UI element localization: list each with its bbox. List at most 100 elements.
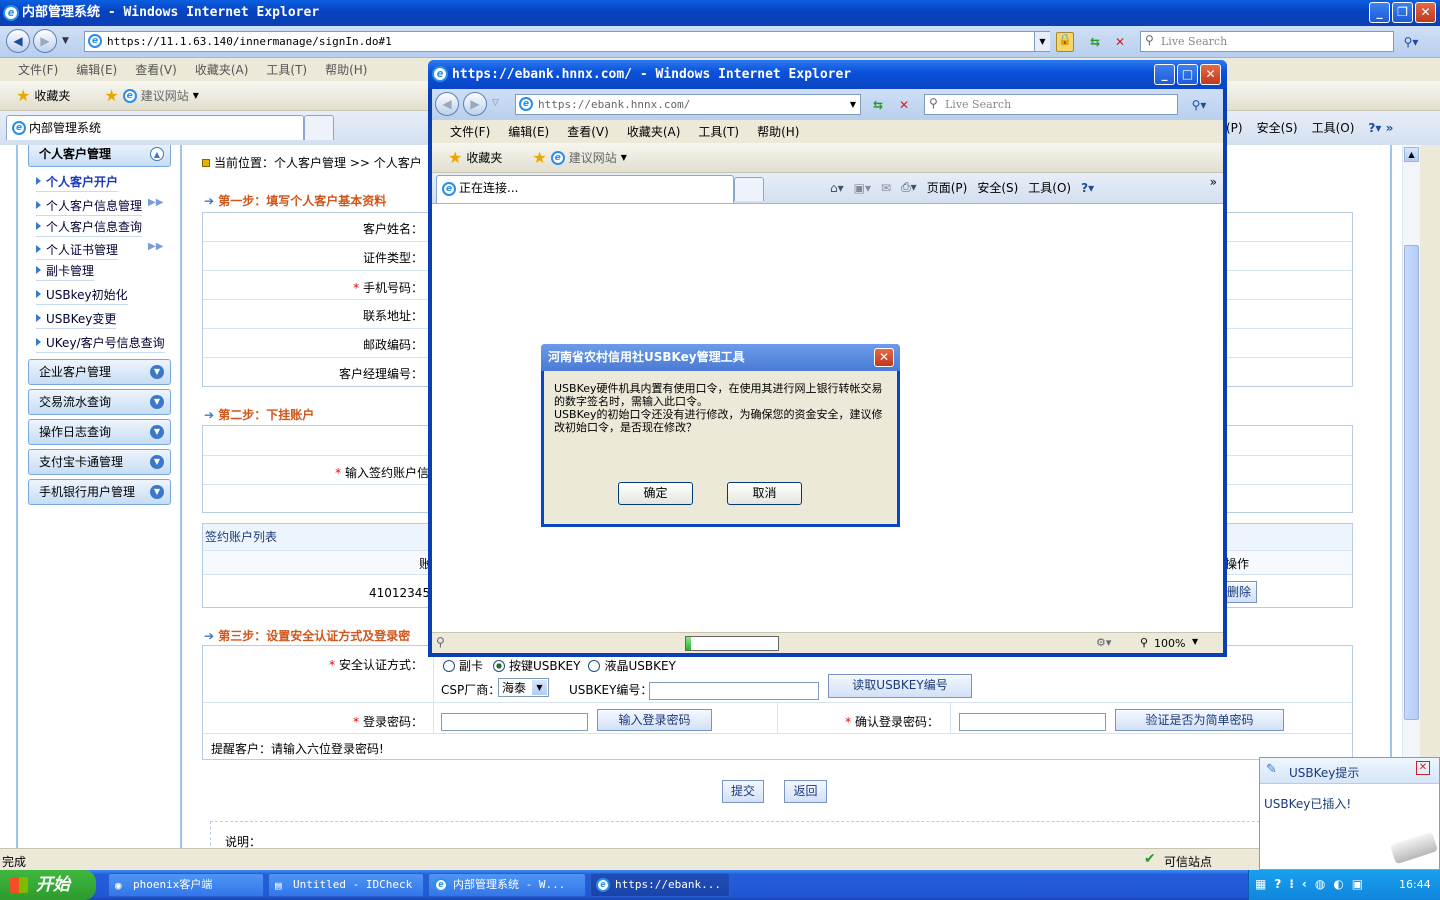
main-address-input[interactable]: https://11.1.63.140/innermanage/signIn.d…: [84, 31, 1050, 52]
sidebar-item-sub-card[interactable]: 副卡管理: [36, 262, 95, 281]
history-dropdown-icon[interactable]: ▼: [62, 36, 69, 46]
favorites-button[interactable]: 收藏夹: [466, 149, 502, 166]
usbkey-number-input[interactable]: [649, 682, 819, 700]
sidebar-item-info-manage[interactable]: 个人客户信息管理: [36, 197, 143, 216]
login-password-input[interactable]: [441, 713, 588, 731]
popup-minimize-button[interactable]: _: [1154, 64, 1175, 85]
input-login-password-button[interactable]: 输入登录密码: [597, 709, 712, 731]
csp-select[interactable]: 海泰 ▼: [498, 678, 549, 697]
suggested-sites-link[interactable]: 建议网站: [569, 149, 617, 166]
favorites-button[interactable]: 收藏夹: [34, 87, 70, 104]
menu-file[interactable]: 文件(F): [450, 123, 490, 140]
chevron-down-icon[interactable]: ▼: [1192, 637, 1198, 646]
tools-menu[interactable]: 工具(O): [1028, 179, 1071, 196]
network-icon[interactable]: ◍: [1315, 877, 1325, 891]
safety-menu[interactable]: 安全(S): [1257, 119, 1298, 136]
menu-help[interactable]: 帮助(H): [325, 61, 367, 78]
task-innermanage[interactable]: e 内部管理系统 - W...: [428, 873, 586, 897]
ok-button[interactable]: 确定: [618, 482, 693, 505]
main-scrollbar[interactable]: ▲: [1402, 145, 1420, 848]
main-search-input[interactable]: Live Search: [1140, 31, 1394, 52]
task-phoenix[interactable]: ◉ phoenix客户端: [108, 873, 264, 897]
start-button[interactable]: 开始: [0, 870, 96, 900]
notification-close-button[interactable]: ✕: [1416, 761, 1430, 775]
sidebar-group-mobile[interactable]: 手机银行用户管理 ▼: [28, 479, 171, 505]
new-tab-button[interactable]: [304, 115, 334, 140]
address-dropdown-icon[interactable]: ▼: [846, 95, 860, 114]
print-icon[interactable]: ⎙▾: [901, 180, 917, 195]
menu-help[interactable]: 帮助(H): [757, 123, 799, 140]
help-icon[interactable]: ?▾: [1081, 181, 1094, 195]
popup-address-input[interactable]: https://ebank.hnnx.com/: [515, 94, 861, 115]
chevron-more-icon[interactable]: »: [1210, 175, 1217, 189]
back-button-form[interactable]: 返回: [784, 780, 827, 803]
menu-favorites[interactable]: 收藏夹(A): [627, 123, 681, 140]
task-idcheck[interactable]: ▤ Untitled - IDCheck: [268, 873, 424, 897]
stop-icon[interactable]: ✕: [1110, 32, 1130, 52]
minimize-button[interactable]: _: [1369, 2, 1390, 23]
sidebar-group-alipay[interactable]: 支付宝卡通管理 ▼: [28, 449, 171, 475]
cancel-button[interactable]: 取消: [727, 482, 802, 505]
confirm-password-input[interactable]: [959, 713, 1106, 731]
refresh-icon[interactable]: ⇆: [1085, 32, 1105, 52]
tab-connecting[interactable]: e 正在连接...: [436, 175, 734, 203]
popup-close-button[interactable]: ✕: [1200, 64, 1221, 85]
add-favorite-icon[interactable]: ★: [104, 86, 118, 105]
popup-search-input[interactable]: Live Search: [924, 94, 1178, 115]
close-button[interactable]: ✕: [1415, 2, 1436, 23]
sidebar-item-usbkey-change[interactable]: USBKey变更: [36, 310, 117, 329]
sidebar-group-enterprise[interactable]: 企业客户管理 ▼: [28, 359, 171, 385]
menu-view[interactable]: 查看(V): [567, 123, 609, 140]
popup-back-button[interactable]: ◀: [435, 92, 459, 116]
menu-tools[interactable]: 工具(T): [698, 123, 739, 140]
search-button[interactable]: ⚲▾: [1398, 32, 1424, 52]
menu-favorites[interactable]: 收藏夹(A): [195, 61, 249, 78]
sidebar-item-open-account[interactable]: 个人客户开户: [36, 173, 119, 192]
menu-view[interactable]: 查看(V): [135, 61, 177, 78]
read-usbkey-button[interactable]: 读取USBKEY编号: [828, 674, 972, 698]
scroll-up-icon[interactable]: ▲: [1404, 147, 1419, 162]
suggested-sites-link[interactable]: 建议网站: [141, 87, 189, 104]
stop-icon[interactable]: ✕: [894, 95, 914, 115]
popup-search-button[interactable]: ⚲▾: [1184, 95, 1214, 115]
new-tab-button[interactable]: [734, 177, 764, 201]
lock-icon[interactable]: 🔒: [1056, 32, 1074, 52]
add-favorite-icon[interactable]: ★: [532, 148, 546, 167]
safety-menu[interactable]: 安全(S): [977, 179, 1018, 196]
zoom-level[interactable]: 100%: [1154, 637, 1185, 650]
sidebar-item-cert-manage[interactable]: 个人证书管理: [36, 241, 119, 260]
restore-button[interactable]: ❐: [1392, 2, 1413, 23]
history-dropdown-icon[interactable]: ▽: [492, 98, 499, 108]
home-icon[interactable]: ⌂▾: [830, 181, 844, 195]
sidebar-item-ukey-query[interactable]: UKey/客户号信息查询: [36, 334, 165, 353]
help-tray-icon[interactable]: ?: [1274, 877, 1281, 891]
mail-icon[interactable]: ✉: [881, 181, 891, 195]
feeds-icon[interactable]: ▣▾: [854, 181, 871, 195]
radio-lcd-usbkey[interactable]: [588, 659, 601, 672]
page-menu[interactable]: 页面(P): [927, 179, 968, 196]
dialog-close-button[interactable]: ✕: [874, 348, 894, 367]
radio-sub-card[interactable]: [443, 659, 455, 672]
security-icon[interactable]: ▣: [1352, 877, 1363, 891]
popup-forward-button[interactable]: ▶: [463, 92, 487, 116]
refresh-icon[interactable]: ⇆: [868, 95, 888, 115]
sidebar-item-info-query[interactable]: 个人客户信息查询: [36, 218, 143, 237]
tray-expand-icon[interactable]: ‹: [1302, 877, 1307, 891]
sidebar-group-transactions[interactable]: 交易流水查询 ▼: [28, 389, 171, 415]
sidebar-item-usbkey-init[interactable]: USBkey初始化: [36, 286, 128, 305]
sidebar-group-oplog[interactable]: 操作日志查询 ▼: [28, 419, 171, 445]
back-button[interactable]: ◀: [6, 29, 30, 53]
tab-innermanage[interactable]: e 内部管理系统: [6, 115, 304, 140]
menu-tools[interactable]: 工具(T): [266, 61, 307, 78]
help-icon[interactable]: ?▾ »: [1368, 121, 1393, 135]
page-menu[interactable]: (P): [1226, 121, 1243, 135]
menu-edit[interactable]: 编辑(E): [76, 61, 117, 78]
popup-maximize-button[interactable]: □: [1177, 64, 1198, 85]
submit-button[interactable]: 提交: [722, 780, 764, 803]
sidebar-group-personal[interactable]: 个人客户管理 ▲: [28, 145, 171, 167]
tools-menu[interactable]: 工具(O): [1312, 119, 1355, 136]
ime-icon[interactable]: ⁝: [1289, 877, 1294, 891]
zoom-icon[interactable]: ⚲: [1140, 636, 1148, 649]
scroll-thumb[interactable]: [1404, 245, 1419, 720]
verify-simple-password-button[interactable]: 验证是否为简单密码: [1115, 709, 1284, 731]
